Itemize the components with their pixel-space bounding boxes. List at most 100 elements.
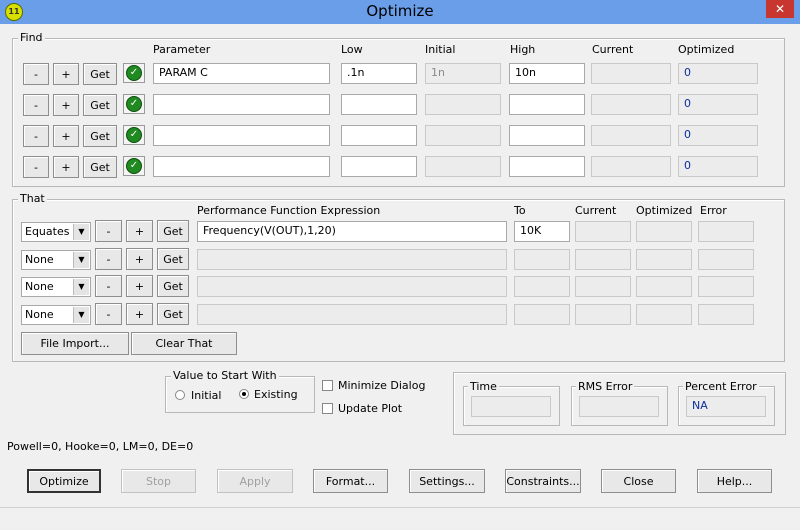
expression-field[interactable] xyxy=(197,276,507,297)
find-plus-button[interactable]: + xyxy=(53,125,79,147)
find-enable-toggle[interactable]: ✓ xyxy=(123,156,145,176)
find-enable-toggle[interactable]: ✓ xyxy=(123,63,145,83)
that-get-button[interactable]: Get xyxy=(157,275,189,297)
find-plus-button[interactable]: + xyxy=(53,156,79,178)
low-field[interactable] xyxy=(341,125,417,146)
initial-radio[interactable] xyxy=(175,390,185,400)
that-minus-button[interactable]: - xyxy=(95,248,122,270)
low-field[interactable]: .1n xyxy=(341,63,417,84)
function-type-select[interactable]: None ▼ xyxy=(21,305,91,325)
that-get-button[interactable]: Get xyxy=(157,220,189,242)
find-get-button[interactable]: Get xyxy=(83,156,117,178)
find-plus-button[interactable]: + xyxy=(53,63,79,85)
function-type-select[interactable]: None ▼ xyxy=(21,277,91,297)
header-high: High xyxy=(510,43,536,56)
minimize-dialog-checkbox[interactable] xyxy=(322,380,333,391)
high-field[interactable]: 10n xyxy=(509,63,585,84)
to-field[interactable] xyxy=(514,249,570,270)
high-field[interactable] xyxy=(509,125,585,146)
dropdown-arrow-icon: ▼ xyxy=(73,252,89,268)
to-field[interactable] xyxy=(514,276,570,297)
close-window-button[interactable]: ✕ xyxy=(766,0,794,18)
file-import-button[interactable]: File Import... xyxy=(21,332,129,355)
header-optimized: Optimized xyxy=(678,43,735,56)
start-with-label: Value to Start With xyxy=(171,369,279,382)
initial-radio-label: Initial xyxy=(191,389,222,402)
low-field[interactable] xyxy=(341,156,417,177)
find-minus-button[interactable]: - xyxy=(23,125,49,147)
format-button[interactable]: Format... xyxy=(313,469,388,493)
existing-radio[interactable] xyxy=(239,389,249,399)
header-error: Error xyxy=(700,204,727,217)
find-get-button[interactable]: Get xyxy=(83,125,117,147)
that-plus-button[interactable]: + xyxy=(126,220,153,242)
find-minus-button[interactable]: - xyxy=(23,156,49,178)
find-enable-toggle[interactable]: ✓ xyxy=(123,125,145,145)
optimized-field: 0 xyxy=(678,156,758,177)
dropdown-arrow-icon: ▼ xyxy=(73,224,89,240)
parameter-field[interactable]: PARAM C xyxy=(153,63,330,84)
optimize-button[interactable]: Optimize xyxy=(27,469,101,493)
header-low: Low xyxy=(341,43,363,56)
expression-field[interactable]: Frequency(V(OUT),1,20) xyxy=(197,221,507,242)
find-get-button[interactable]: Get xyxy=(83,94,117,116)
error-field xyxy=(698,221,754,242)
stop-button[interactable]: Stop xyxy=(121,469,196,493)
expression-field[interactable] xyxy=(197,304,507,325)
to-field[interactable]: 10K xyxy=(514,221,570,242)
parameter-field[interactable] xyxy=(153,156,330,177)
update-plot-label: Update Plot xyxy=(338,402,403,415)
find-get-button[interactable]: Get xyxy=(83,63,117,85)
high-field[interactable] xyxy=(509,156,585,177)
status-bar xyxy=(0,507,800,530)
find-group-label: Find xyxy=(18,31,45,44)
that-current-field xyxy=(575,221,631,242)
time-label: Time xyxy=(468,380,499,393)
help-button[interactable]: Help... xyxy=(697,469,772,493)
expression-field[interactable] xyxy=(197,249,507,270)
that-get-button[interactable]: Get xyxy=(157,248,189,270)
rms-field xyxy=(579,396,659,417)
that-plus-button[interactable]: + xyxy=(126,303,153,325)
close-button[interactable]: Close xyxy=(601,469,676,493)
high-field[interactable] xyxy=(509,94,585,115)
minimize-dialog-label: Minimize Dialog xyxy=(338,379,426,392)
parameter-field[interactable] xyxy=(153,125,330,146)
find-minus-button[interactable]: - xyxy=(23,63,49,85)
header-parameter: Parameter xyxy=(153,43,211,56)
parameter-field[interactable] xyxy=(153,94,330,115)
clear-that-button[interactable]: Clear That xyxy=(131,332,237,355)
that-plus-button[interactable]: + xyxy=(126,248,153,270)
optimized-field: 0 xyxy=(678,94,758,115)
dropdown-arrow-icon: ▼ xyxy=(73,279,89,295)
that-minus-button[interactable]: - xyxy=(95,220,122,242)
initial-field xyxy=(425,156,501,177)
time-field xyxy=(471,396,551,417)
find-plus-button[interactable]: + xyxy=(53,94,79,116)
that-optimized-field xyxy=(636,249,692,270)
find-minus-button[interactable]: - xyxy=(23,94,49,116)
that-plus-button[interactable]: + xyxy=(126,275,153,297)
header-current: Current xyxy=(592,43,634,56)
function-type-select[interactable]: None ▼ xyxy=(21,250,91,270)
checkmark-icon: ✓ xyxy=(126,65,142,81)
update-plot-checkbox[interactable] xyxy=(322,403,333,414)
optimized-field: 0 xyxy=(678,63,758,84)
header-that-current: Current xyxy=(575,204,617,217)
current-field xyxy=(591,156,671,177)
apply-button[interactable]: Apply xyxy=(217,469,293,493)
function-type-select[interactable]: Equates ▼ xyxy=(21,222,91,242)
initial-field xyxy=(425,125,501,146)
optimized-field: 0 xyxy=(678,125,758,146)
that-current-field xyxy=(575,304,631,325)
settings-button[interactable]: Settings... xyxy=(409,469,485,493)
low-field[interactable] xyxy=(341,94,417,115)
find-enable-toggle[interactable]: ✓ xyxy=(123,94,145,114)
to-field[interactable] xyxy=(514,304,570,325)
checkmark-icon: ✓ xyxy=(126,96,142,112)
that-minus-button[interactable]: - xyxy=(95,275,122,297)
constraints-button[interactable]: Constraints... xyxy=(505,469,581,493)
that-minus-button[interactable]: - xyxy=(95,303,122,325)
that-get-button[interactable]: Get xyxy=(157,303,189,325)
percent-label: Percent Error xyxy=(683,380,759,393)
